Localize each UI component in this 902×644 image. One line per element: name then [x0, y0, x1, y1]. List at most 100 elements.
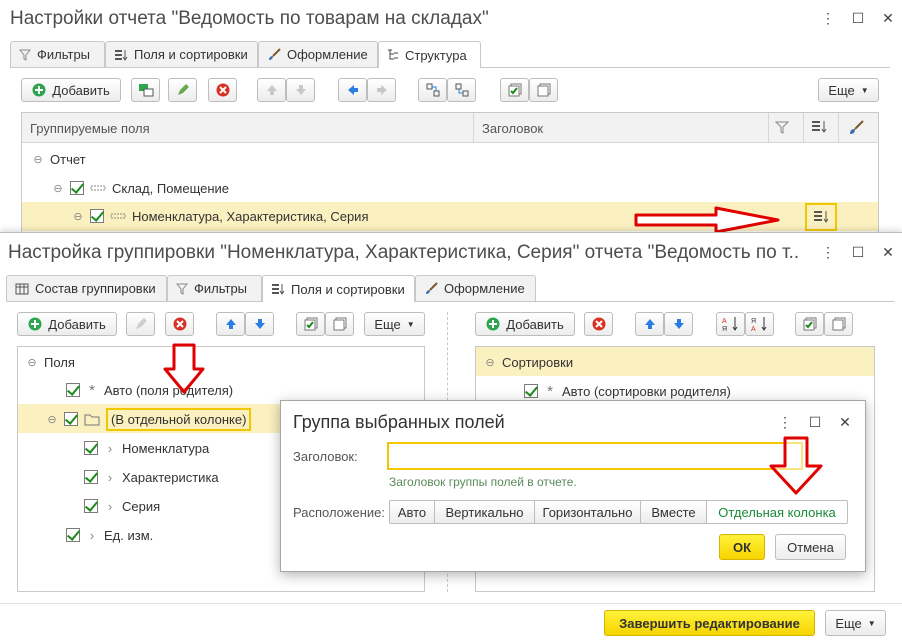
maximize-icon[interactable]: ☐ [805, 412, 825, 432]
more-button[interactable]: Еще ▼ [364, 312, 425, 336]
move-down-button[interactable] [245, 312, 274, 336]
tab-appearance[interactable]: Оформление [415, 275, 536, 301]
fields-sort-cell-button[interactable] [805, 203, 837, 231]
header-input[interactable] [387, 442, 803, 470]
move-left-button[interactable] [338, 78, 367, 102]
tab-appearance[interactable]: Оформление [258, 41, 378, 67]
tree-row-auto[interactable]: * Авто (поля родителя) [66, 376, 233, 404]
checkbox[interactable] [66, 383, 80, 397]
checkbox[interactable] [66, 528, 80, 542]
collapse-icon[interactable]: ⊖ [52, 182, 64, 195]
tab-label: Фильтры [37, 47, 91, 62]
collapse-icon[interactable]: ⊖ [32, 153, 44, 166]
chevron-right-icon[interactable]: › [104, 470, 116, 485]
move-up-button[interactable] [635, 312, 664, 336]
tree-row-warehouse[interactable]: ⊖ Склад, Помещение [52, 174, 229, 202]
more-menu-icon[interactable]: ⋮ [818, 8, 838, 28]
maximize-icon[interactable]: ☐ [848, 242, 868, 262]
delete-field-button[interactable] [165, 312, 194, 336]
more-menu-icon[interactable]: ⋮ [775, 412, 795, 432]
more-button[interactable]: Еще ▼ [818, 78, 879, 102]
placement-option-auto[interactable]: Авто [390, 501, 435, 523]
tab-filters[interactable]: Фильтры [10, 41, 105, 67]
close-icon[interactable]: ✕ [878, 242, 898, 262]
placement-option-together[interactable]: Вместе [641, 501, 707, 523]
move-down-button[interactable] [664, 312, 693, 336]
move-right-button[interactable] [367, 78, 396, 102]
delete-button[interactable] [208, 78, 237, 102]
tree-label: Отчет [50, 151, 86, 167]
close-icon[interactable]: ✕ [835, 412, 855, 432]
tree-row-nomenclature[interactable]: ⊖ Номенклатура, Характеристика, Серия [72, 202, 368, 230]
edit-field-button[interactable] [126, 312, 155, 336]
tree-row-series[interactable]: › Серия [84, 492, 160, 520]
tab-filters[interactable]: Фильтры [167, 275, 262, 301]
chevron-right-icon[interactable]: › [104, 441, 116, 456]
ok-button[interactable]: ОК [719, 534, 765, 560]
edit-button[interactable] [168, 78, 197, 102]
tree-row-report[interactable]: ⊖ Отчет [32, 145, 86, 173]
fields-sort-icon [813, 210, 829, 224]
collapse-icon[interactable]: ⊖ [46, 413, 58, 426]
tab-structure[interactable]: Структура [378, 41, 481, 68]
check-all-button[interactable] [795, 312, 824, 336]
uncheck-all-button[interactable] [325, 312, 354, 336]
tab-fields-sorting[interactable]: Поля и сортировки [262, 275, 415, 302]
move-into-group-button[interactable] [418, 78, 447, 102]
placement-option-horizontal[interactable]: Горизонтально [535, 501, 641, 523]
checkbox[interactable] [90, 209, 104, 223]
placement-option-separate-column[interactable]: Отдельная колонка [707, 501, 847, 523]
cancel-button[interactable]: Отмена [775, 534, 846, 560]
collapse-icon[interactable]: ⊖ [26, 356, 38, 369]
delete-sort-button[interactable] [584, 312, 613, 336]
cancel-label: Отмена [787, 539, 834, 555]
tree-row-nomenclature[interactable]: › Номенклатура [84, 434, 209, 462]
finish-editing-button[interactable]: Завершить редактирование [604, 610, 815, 636]
collapse-icon[interactable]: ⊖ [484, 356, 496, 369]
sort-ascending-button[interactable]: АЯ [716, 312, 745, 336]
svg-text:Я: Я [751, 318, 756, 325]
header-label: Заголовок: [293, 449, 358, 464]
tree-row-sorting[interactable]: ⊖ Сортировки [484, 348, 573, 376]
brush-icon [267, 47, 281, 62]
column-header-grouped-fields[interactable]: Группируемые поля [30, 121, 150, 136]
close-icon[interactable]: ✕ [878, 8, 898, 28]
checkbox[interactable] [84, 441, 98, 455]
sort-descending-button[interactable]: ЯА [745, 312, 774, 336]
more-menu-icon[interactable]: ⋮ [818, 242, 838, 262]
maximize-icon[interactable]: ☐ [848, 8, 868, 28]
move-down-button[interactable] [286, 78, 315, 102]
tree-row-separate-column[interactable]: ⊖ (В отдельной колонке) [46, 405, 252, 433]
chevron-right-icon[interactable]: › [104, 499, 116, 514]
add-group-button[interactable] [131, 78, 160, 102]
move-out-group-button[interactable] [447, 78, 476, 102]
tab-group-composition[interactable]: Состав группировки [6, 275, 167, 301]
move-up-button[interactable] [257, 78, 286, 102]
checkbox[interactable] [70, 181, 84, 195]
check-all-button[interactable] [500, 78, 529, 102]
uncheck-all-button[interactable] [529, 78, 558, 102]
check-all-button[interactable] [296, 312, 325, 336]
tree-row-unit[interactable]: › Ед. изм. [66, 521, 153, 549]
add-button[interactable]: Добавить [21, 78, 121, 102]
grouping-icon [110, 212, 126, 220]
chevron-right-icon[interactable]: › [86, 528, 98, 543]
sort-descending-icon: ЯА [751, 316, 769, 332]
fields-sort-icon [114, 49, 128, 61]
checkbox[interactable] [64, 412, 78, 426]
placement-option-vertical[interactable]: Вертикально [435, 501, 535, 523]
add-field-button[interactable]: Добавить [17, 312, 117, 336]
ungroup-icon [455, 83, 469, 97]
footer-more-button[interactable]: Еще ▼ [825, 610, 886, 636]
move-up-button[interactable] [216, 312, 245, 336]
tree-row-characteristic[interactable]: › Характеристика [84, 463, 219, 491]
column-header-title[interactable]: Заголовок [482, 121, 543, 136]
tree-row-fields[interactable]: ⊖ Поля [26, 348, 75, 376]
uncheck-all-button[interactable] [824, 312, 853, 336]
tab-fields-sorting[interactable]: Поля и сортировки [105, 41, 258, 67]
checkbox[interactable] [84, 470, 98, 484]
collapse-icon[interactable]: ⊖ [72, 210, 84, 223]
add-sort-button[interactable]: Добавить [475, 312, 575, 336]
checkbox[interactable] [524, 384, 538, 398]
checkbox[interactable] [84, 499, 98, 513]
